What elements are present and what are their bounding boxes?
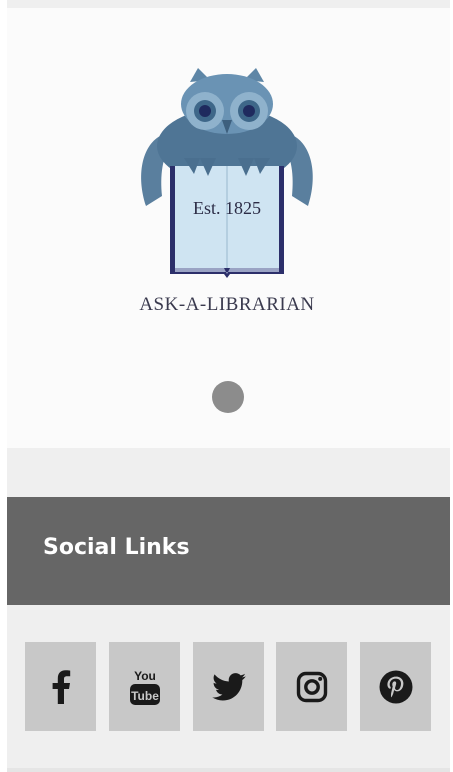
instagram-button[interactable] bbox=[276, 642, 347, 731]
image-slider: Est. 1825 ASK-A-LIBRARIAN bbox=[7, 8, 450, 448]
instagram-icon bbox=[296, 671, 327, 702]
facebook-button[interactable] bbox=[25, 642, 96, 731]
social-links-title: Social Links bbox=[43, 535, 190, 560]
twitter-icon bbox=[211, 672, 246, 700]
bottom-divider bbox=[7, 768, 450, 772]
ask-a-librarian-logo[interactable]: Est. 1825 ASK-A-LIBRARIAN bbox=[102, 66, 352, 341]
facebook-icon bbox=[52, 669, 70, 704]
slider-dot[interactable] bbox=[212, 381, 244, 413]
pinterest-button[interactable] bbox=[360, 642, 431, 731]
logo-brand-text: ASK-A-LIBRARIAN bbox=[139, 294, 315, 315]
pinterest-icon bbox=[379, 670, 412, 703]
youtube-button[interactable]: You Tube bbox=[109, 642, 180, 731]
youtube-icon-text-top: You bbox=[134, 669, 156, 683]
youtube-icon: You Tube bbox=[129, 669, 160, 705]
social-links-row: You Tube bbox=[25, 642, 432, 731]
page: Est. 1825 ASK-A-LIBRARIAN Social Links Y… bbox=[7, 0, 450, 772]
social-links-header: Social Links bbox=[7, 497, 450, 605]
youtube-icon-text-bottom: Tube bbox=[131, 689, 159, 703]
twitter-button[interactable] bbox=[193, 642, 264, 731]
logo-est-text: Est. 1825 bbox=[192, 198, 261, 218]
